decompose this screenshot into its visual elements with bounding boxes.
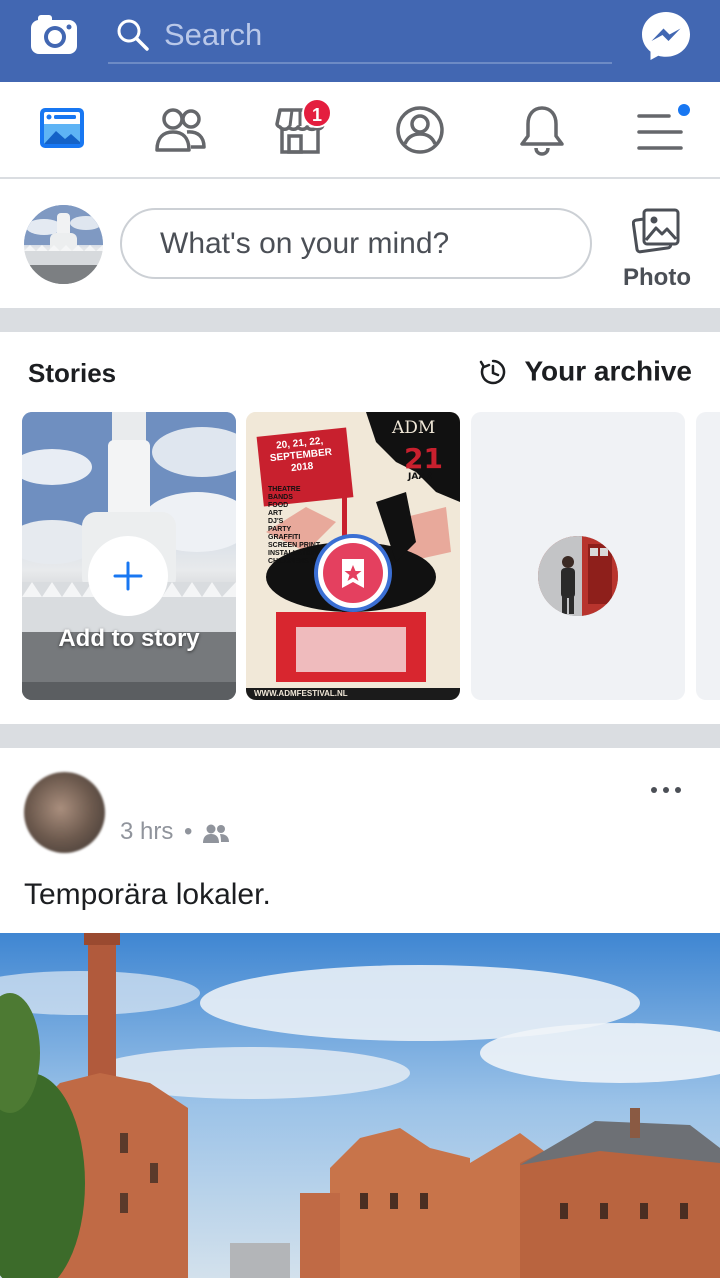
- poster-years-number: 21: [404, 442, 443, 475]
- tab-profile[interactable]: [392, 100, 452, 160]
- friends-icon: [155, 108, 206, 152]
- divider: [0, 308, 720, 332]
- poster-lineup-item: BANDS: [268, 494, 293, 501]
- photo-label: Photo: [623, 264, 691, 291]
- page-logo: [323, 543, 383, 603]
- tab-bar: 1: [0, 82, 720, 179]
- meta-separator: •: [184, 818, 193, 845]
- composer: What's on your mind? Photo: [0, 180, 720, 308]
- poster-lineup-item: ART: [268, 510, 283, 517]
- menu-icon: [637, 114, 683, 150]
- poster-years-unit: JAAR: [408, 472, 433, 482]
- add-story-card[interactable]: Add to story: [22, 412, 236, 700]
- friends-audience-icon: [203, 824, 230, 843]
- bell-icon: [520, 106, 564, 156]
- avatar[interactable]: [24, 772, 105, 853]
- archive-label: Your archive: [524, 355, 692, 387]
- messenger-icon[interactable]: [640, 10, 692, 62]
- search-bar[interactable]: [108, 8, 612, 64]
- poster-lineup-item: GRAFFITI: [268, 534, 301, 541]
- poster-title: ADM: [392, 418, 436, 438]
- poster-lineup-item: PARTY: [268, 526, 292, 533]
- archive-link[interactable]: Your archive: [479, 354, 692, 388]
- search-icon: [117, 19, 149, 51]
- divider: [0, 724, 720, 748]
- photo-button[interactable]: Photo: [620, 202, 694, 292]
- post-text: Temporära lokaler.: [24, 878, 271, 911]
- stories-title: Stories: [28, 358, 117, 388]
- poster-url: WWW.ADMFESTIVAL.NL: [254, 689, 348, 698]
- search-input[interactable]: [164, 16, 594, 54]
- notification-badge: 1: [302, 98, 332, 128]
- poster-years: 21 JAAR: [404, 442, 443, 482]
- post-meta: 3 hrs •: [120, 818, 230, 846]
- photo-icon: [632, 208, 680, 254]
- archive-clock-icon: [479, 359, 505, 384]
- more-options-icon[interactable]: [646, 778, 686, 802]
- menu-new-dot: [676, 102, 692, 118]
- story-card[interactable]: [696, 412, 720, 700]
- add-story-button[interactable]: [88, 536, 168, 616]
- tab-news-feed[interactable]: [36, 100, 96, 160]
- avatar[interactable]: [24, 205, 103, 284]
- camera-icon[interactable]: [30, 12, 78, 56]
- status-input[interactable]: What's on your mind?: [120, 208, 592, 279]
- story-card[interactable]: ADM 20, 21, 22, SEPTEMBER 2018 21 JAAR T…: [246, 412, 460, 700]
- stories-section: Stories Your archive Add to story ADM 20…: [0, 332, 720, 724]
- story-avatar[interactable]: [314, 534, 392, 612]
- post-image: [0, 933, 720, 1278]
- post-timestamp[interactable]: 3 hrs: [120, 818, 173, 845]
- star-bookmark-icon: [342, 559, 364, 588]
- tab-notifications[interactable]: [514, 100, 574, 160]
- top-bar: [0, 0, 720, 82]
- story-card[interactable]: [471, 412, 685, 700]
- tab-friends[interactable]: [150, 100, 210, 160]
- poster-lineup-item: FOOD: [268, 502, 289, 509]
- poster-lineup-item: DJ'S: [268, 518, 284, 525]
- add-story-label: Add to story: [58, 625, 200, 652]
- news-feed-icon: [40, 108, 84, 148]
- poster-dates: 20, 21, 22, SEPTEMBER 2018: [269, 435, 333, 475]
- plus-icon: [113, 561, 143, 591]
- tab-menu[interactable]: [634, 100, 694, 160]
- story-avatar: [538, 536, 618, 616]
- profile-icon: [396, 106, 444, 154]
- post-photo[interactable]: [0, 933, 720, 1278]
- poster-lineup-item: THEATRE: [268, 486, 301, 493]
- feed-post: 3 hrs • Temporära lokaler.: [0, 748, 720, 1278]
- tab-marketplace[interactable]: 1: [270, 98, 332, 160]
